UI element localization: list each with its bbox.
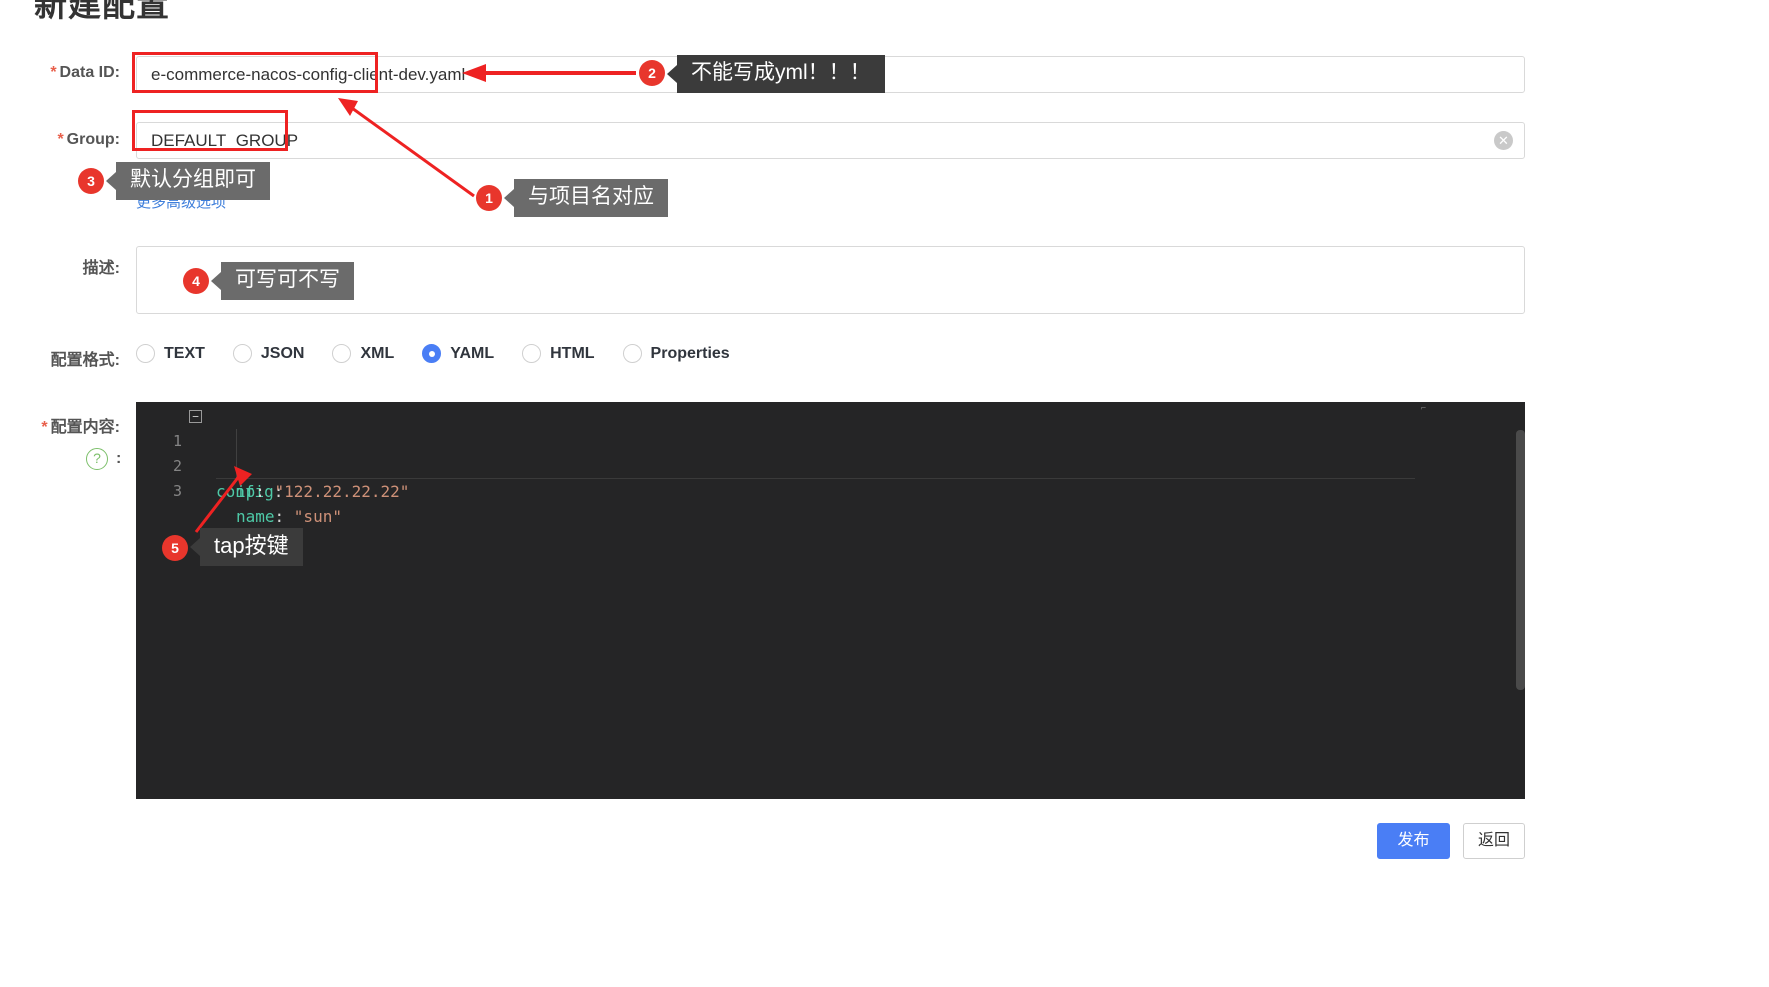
fold-toggle-icon[interactable]: − <box>189 410 202 423</box>
code-line: 2 ip: "122.22.22.22" <box>136 429 1525 501</box>
annotation-badge-1: 1 <box>476 185 502 211</box>
config-content-editor[interactable]: 1 − config: 2 ip: "122.22.22.22" 3 name:… <box>136 402 1525 799</box>
annotation-callout-1: 与项目名对应 <box>504 179 668 217</box>
annotation-badge-5: 5 <box>162 535 188 561</box>
annotation-callout-4: 可写可不写 <box>211 262 354 300</box>
back-button[interactable]: 返回 <box>1463 823 1525 859</box>
radio-text[interactable]: TEXT <box>136 344 205 363</box>
config-format-radio-group: TEXT JSON XML YAML HTML Properties <box>136 344 758 363</box>
page-title: 新建配置 <box>34 0 170 23</box>
radio-json[interactable]: JSON <box>232 344 304 363</box>
required-star: * <box>50 64 57 81</box>
code-text: ip: "122.22.22.22" <box>236 482 410 501</box>
radio-dot-icon <box>332 344 352 363</box>
annotation-callout-3: 默认分组即可 <box>106 162 270 200</box>
config-content-colon: : <box>116 450 122 467</box>
config-content-label: * 配置内容: <box>41 419 120 436</box>
radio-dot-selected-icon <box>422 344 442 363</box>
radio-yaml[interactable]: YAML <box>422 344 494 363</box>
annotation-badge-3: 3 <box>78 168 104 194</box>
annotation-callout-2: 不能写成yml！！！ <box>667 55 885 93</box>
code-line: 3 name: "sun" <box>136 454 1525 526</box>
required-star: * <box>57 131 64 148</box>
radio-html[interactable]: HTML <box>522 344 595 363</box>
radio-dot-icon <box>522 344 542 363</box>
data-id-label: * Data ID: <box>50 64 120 81</box>
radio-dot-icon <box>622 344 642 363</box>
required-star: * <box>41 419 48 436</box>
description-label: 描述: <box>82 260 120 277</box>
config-content-help-row: ? : <box>86 448 121 470</box>
code-text: name: "sun" <box>236 507 342 526</box>
config-format-label: 配置格式: <box>50 352 120 369</box>
editor-scrollbar[interactable] <box>1516 430 1525 690</box>
group-label: * Group: <box>57 131 120 148</box>
radio-properties[interactable]: Properties <box>622 344 730 363</box>
annotation-badge-4: 4 <box>183 268 209 294</box>
line-number: 3 <box>172 482 182 500</box>
code-line: 1 − config: <box>136 404 1525 501</box>
group-input[interactable] <box>136 122 1525 159</box>
minimap-hint: ⌐ <box>1420 404 1427 414</box>
publish-button[interactable]: 发布 <box>1377 823 1450 859</box>
annotation-callout-5: tap按键 <box>190 528 303 566</box>
annotation-badge-2: 2 <box>639 60 665 86</box>
indent-guide <box>236 429 237 479</box>
radio-xml[interactable]: XML <box>332 344 394 363</box>
radio-dot-icon <box>136 344 155 363</box>
radio-dot-icon <box>232 344 252 363</box>
active-line-underline <box>216 478 1415 479</box>
clear-circle-icon[interactable]: ✕ <box>1494 131 1513 150</box>
nacos-new-config-page: 新建配置 *Data ID: *Group: ✕ 更多高级选项 描述: 配置格式… <box>0 0 1769 987</box>
question-circle-icon[interactable]: ? <box>86 448 108 470</box>
